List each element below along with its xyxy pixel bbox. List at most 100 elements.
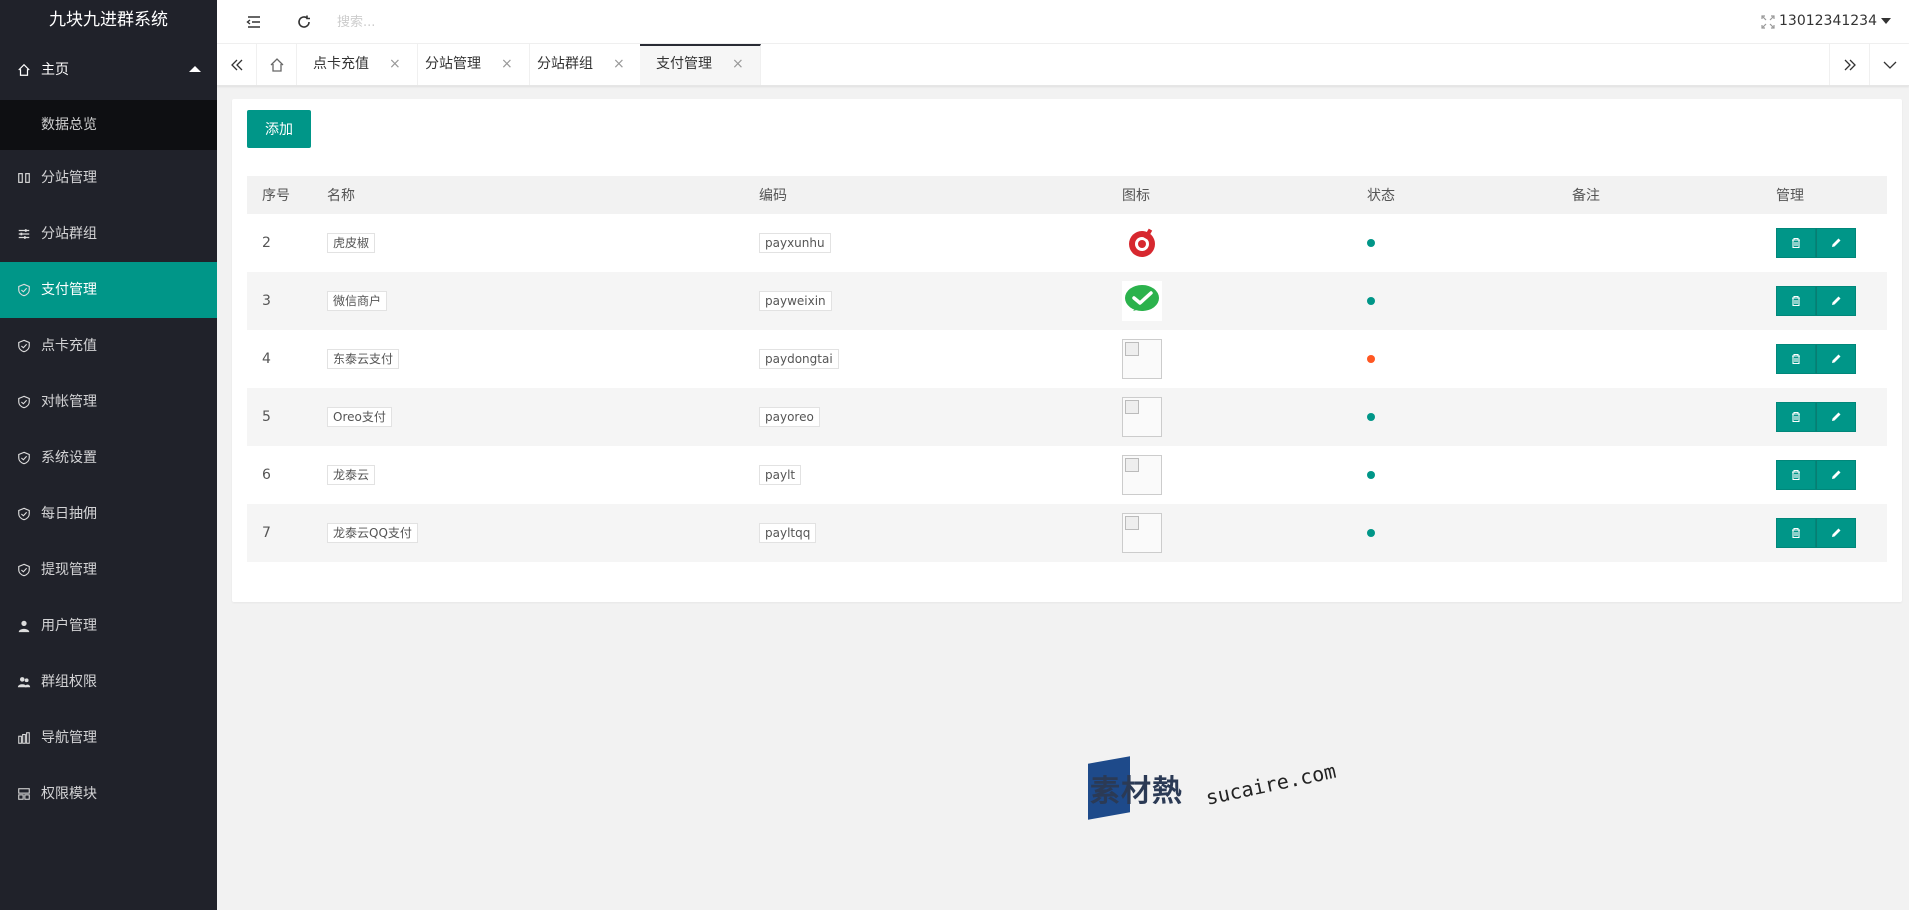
sidebar-item-7[interactable]: 提现管理 [0,542,217,598]
close-icon[interactable]: × [389,56,401,72]
cell-name: 龙泰云 [312,446,744,504]
caret-down-icon [1881,18,1891,24]
edit-button[interactable] [1816,228,1856,258]
sidebar-item-3[interactable]: 点卡充值 [0,318,217,374]
table-row: 6 龙泰云 paylt [247,446,1887,504]
sidebar-item-9[interactable]: 群组权限 [0,654,217,710]
search-input[interactable] [337,10,597,34]
cell-name: Oreo支付 [312,388,744,446]
cell-status [1352,214,1557,272]
col-header-icon: 图标 [1122,188,1150,204]
table-row: 5 Oreo支付 payoreo [247,388,1887,446]
users-icon [17,654,31,710]
edit-button[interactable] [1816,344,1856,374]
status-dot [1367,529,1375,537]
name-tag: 龙泰云QQ支付 [327,523,418,543]
sidebar-item-10[interactable]: 导航管理 [0,710,217,766]
cell-id: 5 [262,409,271,425]
tabs-scroll-left-button[interactable] [217,44,257,85]
edit-button[interactable] [1816,402,1856,432]
sidebar-item-5[interactable]: 系统设置 [0,430,217,486]
cell-code: payoreo [744,388,1107,446]
cell-id: 2 [262,235,271,251]
watermark-cn: 素材熱 [1090,774,1183,809]
sidebar-item-label: 对帐管理 [41,394,97,410]
tabs-scroll-right-button[interactable] [1829,44,1869,85]
sidebar-item-label: 权限模块 [41,786,97,802]
tabs-menu-button[interactable] [1869,44,1909,85]
delete-button[interactable] [1776,344,1816,374]
cell-icon [1107,214,1352,272]
cell-id: 3 [262,293,271,309]
edit-button[interactable] [1816,286,1856,316]
watermark-en: sucaire.com [1203,758,1339,810]
trash-icon [1792,295,1800,307]
cell-id: 7 [262,525,271,541]
fullscreen-icon [1761,15,1775,29]
menu-toggle-button[interactable] [229,0,279,44]
refresh-button[interactable] [279,0,329,44]
sidebar-item-label: 每日抽佣 [41,506,97,522]
home-icon [17,40,31,100]
cell-code: payltqq [744,504,1107,562]
cell-icon [1107,388,1352,446]
sidebar-item-8[interactable]: 用户管理 [0,598,217,654]
delete-button[interactable] [1776,518,1816,548]
tab-point-card-recharge[interactable]: 点卡充值 × [297,44,418,85]
trash-icon [1792,411,1800,423]
sidebar-item-11[interactable]: 权限模块 [0,766,217,822]
chevron-down-icon [1883,61,1896,69]
refresh-icon [298,15,310,28]
cell-name: 微信商户 [312,272,744,330]
edit-button[interactable] [1816,518,1856,548]
sidebar-item-label: 分站群组 [41,226,97,242]
tab-substation-management[interactable]: 分站管理 × [409,44,530,85]
user-icon [17,598,31,654]
sidebar-item-label: 系统设置 [41,450,97,466]
delete-button[interactable] [1776,228,1816,258]
cell-name: 虎皮椒 [312,214,744,272]
cell-remark [1557,272,1761,330]
shield-check-icon [17,318,31,374]
pencil-icon [1832,470,1841,479]
close-icon[interactable]: × [501,56,513,72]
sidebar-item-2[interactable]: 支付管理 [0,262,217,318]
delete-button[interactable] [1776,402,1816,432]
columns-icon [17,150,31,206]
payment-table: 序号 名称 编码 图标 状态 备注 管理 2 虎皮椒 payxunhu 3 微信商户 pa… [247,176,1887,562]
col-header-code: 编码 [759,188,787,204]
name-tag: 东泰云支付 [327,349,400,369]
tab-home[interactable] [257,44,297,85]
cell-id: 4 [262,351,271,367]
sidebar-subitem-data-overview[interactable]: 数据总览 [0,100,217,150]
tab-label: 支付管理 [656,56,712,72]
sidebar-item-label: 导航管理 [41,730,97,746]
cell-actions [1761,388,1887,446]
sidebar-item-label: 群组权限 [41,674,97,690]
add-button[interactable]: 添加 [247,110,311,148]
close-icon[interactable]: × [732,56,744,72]
name-tag: Oreo支付 [327,407,392,427]
wechat-logo-icon [1122,281,1162,321]
sidebar-item-label: 提现管理 [41,562,97,578]
sidebar-item-4[interactable]: 对帐管理 [0,374,217,430]
shield-check-icon [17,486,31,542]
sidebar-item-6[interactable]: 每日抽佣 [0,486,217,542]
delete-button[interactable] [1776,286,1816,316]
cell-remark [1557,214,1761,272]
table-row: 4 东泰云支付 paydongtai [247,330,1887,388]
main-card: 添加 序号 名称 编码 图标 状态 备注 管理 2 虎皮椒 payxunhu 3 微信商… [232,99,1902,602]
user-menu[interactable]: 13012341234 [1779,0,1909,44]
status-dot [1367,297,1375,305]
close-icon[interactable]: × [613,56,625,72]
menu-fold-icon [246,16,260,28]
sidebar-item-0[interactable]: 分站管理 [0,150,217,206]
edit-button[interactable] [1816,460,1856,490]
sidebar-item-home[interactable]: 主页 [0,40,217,100]
module-icon [17,766,31,822]
tab-payment-management[interactable]: 支付管理 × [640,44,761,85]
delete-button[interactable] [1776,460,1816,490]
cell-code: payxunhu [744,214,1107,272]
tab-substation-groups[interactable]: 分站群组 × [521,44,642,85]
sidebar-item-1[interactable]: 分站群组 [0,206,217,262]
